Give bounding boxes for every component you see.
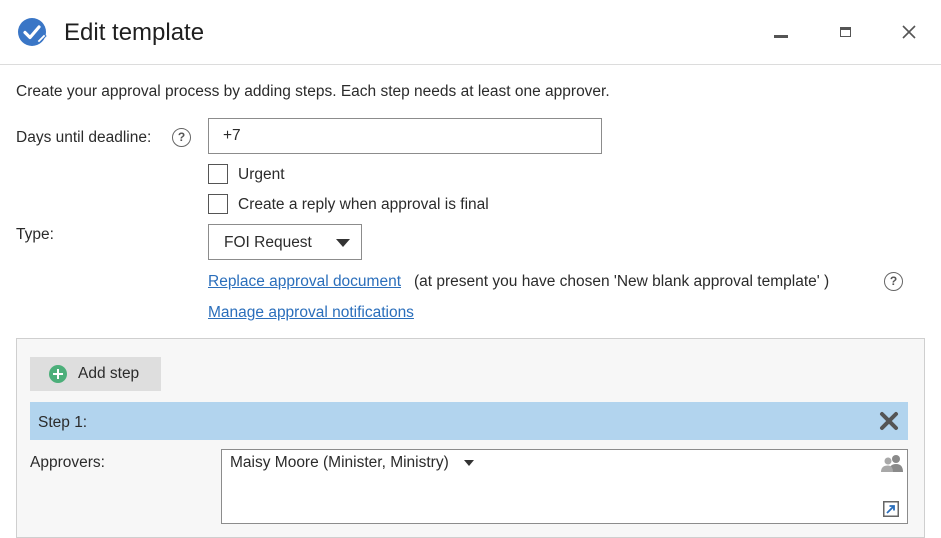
add-step-button[interactable]: Add step <box>30 357 161 391</box>
type-label: Type: <box>16 226 54 243</box>
address-book-people-icon[interactable] <box>881 454 903 472</box>
type-selected-value: FOI Request <box>224 234 312 251</box>
close-button[interactable] <box>894 18 924 46</box>
present-template-note: (at present you have chosen 'New blank a… <box>414 273 830 290</box>
reply-final-checkbox[interactable] <box>208 194 228 214</box>
step-header: Step 1: <box>30 402 908 440</box>
intro-text: Create your approval process by adding s… <box>16 83 610 100</box>
minimize-button[interactable] <box>766 18 796 46</box>
window-title: Edit template <box>64 19 205 46</box>
urgent-checkbox[interactable] <box>208 164 228 184</box>
close-icon <box>902 25 916 39</box>
manage-notifications-link[interactable]: Manage approval notifications <box>208 303 414 323</box>
step-title: Step 1: <box>38 414 88 431</box>
approvers-label: Approvers: <box>30 454 105 471</box>
maximize-icon <box>839 27 851 37</box>
approver-entry[interactable]: Maisy Moore (Minister, Ministry) <box>230 453 449 473</box>
replace-document-link[interactable]: Replace approval document <box>208 272 401 292</box>
minimize-icon <box>774 34 788 38</box>
delete-step-icon[interactable] <box>879 411 899 431</box>
help-circle-icon[interactable]: ? <box>884 272 903 291</box>
approvers-field[interactable]: Maisy Moore (Minister, Ministry) <box>221 449 908 524</box>
approval-check-icon <box>18 18 47 46</box>
type-dropdown[interactable]: FOI Request <box>208 224 362 260</box>
deadline-input[interactable] <box>208 118 602 154</box>
chevron-down-icon <box>336 239 350 247</box>
urgent-label[interactable]: Urgent <box>238 165 285 185</box>
add-step-label: Add step <box>78 365 140 382</box>
expand-icon[interactable] <box>883 501 899 517</box>
maximize-button[interactable] <box>830 18 860 46</box>
deadline-label: Days until deadline: <box>16 129 152 146</box>
help-circle-icon[interactable]: ? <box>172 128 191 147</box>
add-circle-icon <box>49 365 67 383</box>
chevron-down-icon[interactable] <box>464 460 474 466</box>
reply-final-label[interactable]: Create a reply when approval is final <box>238 195 489 215</box>
